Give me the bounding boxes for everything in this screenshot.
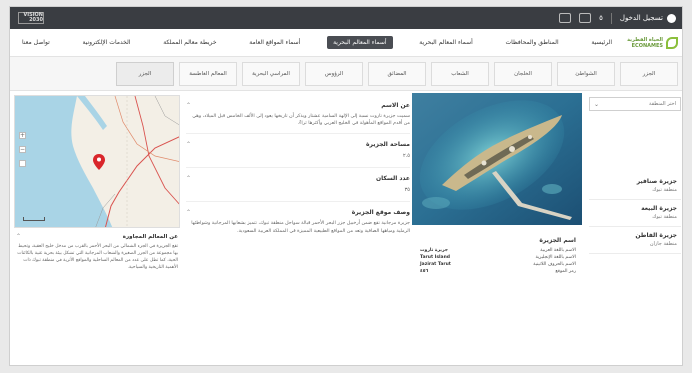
info-value: Tarut Island [420, 255, 451, 260]
zoom-in-button[interactable]: + [19, 132, 26, 139]
location-header[interactable]: وصف موقع الجزيرة ⌃ [186, 202, 410, 216]
user-icon [667, 13, 676, 23]
island-list-item[interactable]: جزيرة البيعة منطقة تبوك [589, 200, 681, 227]
nav-item[interactable]: خريطة معالم المملكة [157, 36, 222, 49]
sub-tabs: الجزر الشواطئ الخلجان الشعاب المضائق الرؤوس ال… [10, 57, 682, 91]
nav-item[interactable]: الخدمات الإلكترونية [76, 36, 136, 49]
island-list: جزيرة صنافير منطقة تبوك جزيرة البيعة منطقة … [589, 173, 681, 254]
sub-tab[interactable]: الشواطئ [557, 61, 615, 86]
contrast-icon[interactable] [559, 13, 572, 23]
related-text: تقع الجزيرة في الجزء الشمالي من البحر ال… [17, 244, 178, 270]
info-row: الاسم باللغة العربية جزيرة تاروت [420, 247, 576, 254]
info-row: الاسم بالحروف اللاتينية Jazirat Tarut [420, 261, 576, 268]
related-title: عن المعالم المجاورة [122, 233, 178, 240]
nav-items: الرئيسية المناطق والمحافظات أسماء المعالم … [16, 36, 618, 49]
sub-tab[interactable]: الشعاب [431, 61, 489, 86]
sub-tab[interactable]: الجزر [620, 61, 678, 86]
info-title: اسم الجزيرة [539, 237, 576, 244]
island-info-box: اسم الجزيرة الاسم باللغة العربية جزيرة تا… [420, 237, 576, 275]
zoom-out-button[interactable]: − [19, 146, 26, 153]
nav-item[interactable]: المناطق والمحافظات [500, 36, 565, 49]
related-panel: عن المعالم المجاورة ⌃ تقع الجزيرة في الج… [16, 233, 178, 272]
population-title: عدد السكان [375, 175, 410, 183]
chevron-up-icon: ⌃ [186, 141, 192, 149]
fullscreen-button[interactable] [19, 160, 26, 167]
filter-column: اختر المنطقة ⌄ جزيرة صنافير منطقة تبوك جزي… [589, 97, 681, 254]
island-region: منطقة تبوك [652, 187, 677, 193]
sub-tab[interactable]: المراسي البحرية [242, 61, 300, 86]
nav-item[interactable]: أسماء المعالم البحرية [413, 36, 479, 49]
details-panel: عن الاسم ⌃ سميت جزيرة تاروت نسبة إلى الإ… [186, 95, 410, 241]
chevron-up-icon: ⌃ [16, 233, 22, 240]
map-scale [23, 217, 45, 221]
nav-item[interactable]: الرئيسية [585, 36, 618, 49]
info-value: جزيرة تاروت [420, 248, 449, 253]
info-label: رمز الموقع [555, 269, 576, 274]
brand-name-en: ECONAMES [631, 42, 663, 49]
chevron-up-icon: ⌃ [186, 209, 192, 217]
info-label: الاسم باللغة الإنجليزية [535, 255, 576, 260]
language-number[interactable]: ٥ [599, 14, 603, 22]
top-bar: تسجيل الدخول ٥ VISION 2030 [10, 7, 682, 29]
nav-item[interactable]: أسماء المواقع العامة [243, 36, 306, 49]
region-select-placeholder: اختر المنطقة [649, 101, 676, 107]
main-nav: الحياة الفطرية ECONAMES الرئيسية المناطق … [10, 29, 682, 57]
region-select[interactable]: اختر المنطقة ⌄ [589, 97, 681, 111]
island-name: جزيرة الفاطن [635, 232, 677, 239]
info-value: Jazirat Tarut [420, 262, 451, 267]
about-header[interactable]: عن الاسم ⌃ [186, 95, 410, 109]
login-label: تسجيل الدخول [619, 14, 663, 22]
main-content: اختر المنطقة ⌄ جزيرة صنافير منطقة تبوك جزي… [10, 91, 682, 365]
island-region: منطقة جازان [649, 241, 677, 247]
login-link[interactable]: تسجيل الدخول [619, 13, 676, 23]
sub-tab[interactable]: الرؤوس [305, 61, 363, 86]
population-header[interactable]: عدد السكان ⌃ [186, 168, 410, 182]
area-title: مساحة الجزيرة [365, 141, 410, 149]
island-list-item[interactable]: جزيرة الفاطن منطقة جازان [589, 227, 681, 254]
sub-tab[interactable]: الخلجان [494, 61, 552, 86]
leaf-icon [666, 36, 678, 49]
area-header[interactable]: مساحة الجزيرة ⌃ [186, 134, 410, 148]
about-text: سميت جزيرة تاروت نسبة إلى الإلهة السامية… [186, 113, 410, 135]
nav-item[interactable]: أسماء المعالم البحرية [327, 36, 393, 49]
sub-tab[interactable]: الجزر [116, 61, 174, 86]
info-row: الاسم باللغة الإنجليزية Tarut Island [420, 254, 576, 261]
island-name: جزيرة صنافير [636, 178, 677, 185]
location-map[interactable]: + − [14, 95, 180, 228]
info-label: الاسم بالحروف اللاتينية [533, 262, 576, 267]
accessibility-icon[interactable] [579, 13, 592, 23]
chevron-up-icon: ⌃ [186, 175, 192, 183]
vision-logo: VISION 2030 [18, 12, 44, 24]
info-label: الاسم باللغة العربية [540, 248, 576, 253]
sub-tab[interactable]: المعالم الغاطسة [179, 61, 237, 86]
brand-logo[interactable]: الحياة الفطرية ECONAMES [618, 36, 678, 49]
related-header[interactable]: عن المعالم المجاورة ⌃ [16, 233, 178, 244]
browser-frame: تسجيل الدخول ٥ VISION 2030 الحياة الفطري… [9, 6, 683, 366]
info-rows: الاسم باللغة العربية جزيرة تاروت الاسم بال… [420, 247, 576, 275]
island-region: منطقة تبوك [652, 214, 677, 220]
location-text: جزيرة مرجانية تقع ضمن أرخبيل جزر البحر ا… [191, 221, 410, 234]
population-value: ٣٥ [186, 187, 410, 203]
area-value: ٢.٥ [186, 153, 410, 169]
nav-item[interactable]: تواصل معنا [16, 36, 56, 49]
chevron-up-icon: ⌃ [186, 102, 192, 109]
chevron-down-icon: ⌄ [594, 100, 600, 108]
about-title: عن الاسم [381, 102, 410, 109]
sub-tab[interactable]: المضائق [368, 61, 426, 86]
location-title: وصف موقع الجزيرة [351, 209, 410, 217]
divider [610, 12, 612, 24]
island-list-item[interactable]: جزيرة صنافير منطقة تبوك [589, 173, 681, 200]
island-photo [412, 93, 582, 225]
info-value: ٤٥٦ [420, 269, 429, 274]
info-row: رمز الموقع ٤٥٦ [420, 268, 576, 275]
island-name: جزيرة البيعة [641, 205, 677, 212]
